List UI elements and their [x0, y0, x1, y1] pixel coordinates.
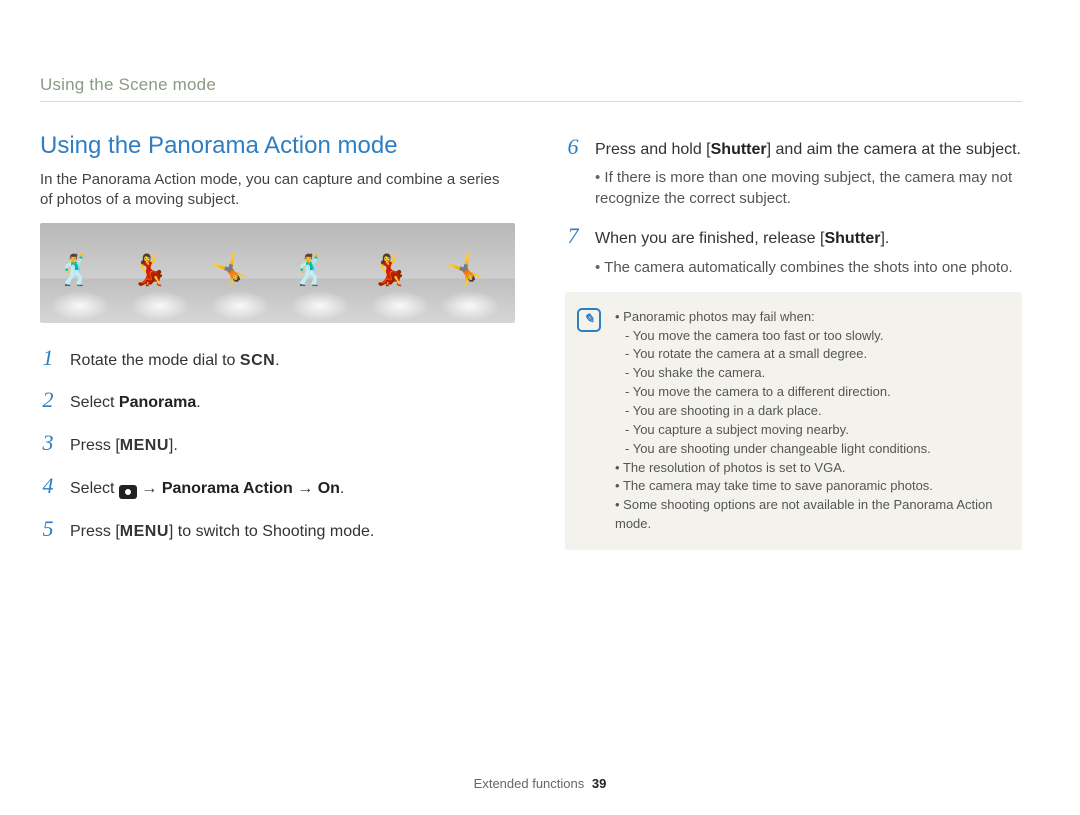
dancer-icon: 🤸 [205, 233, 255, 288]
step-text: When you are finished, release [ [595, 230, 824, 247]
step-item: Press and hold [Shutter] and aim the cam… [565, 132, 1022, 209]
note-icon: ✎ [577, 308, 601, 332]
step-text: Select [70, 480, 119, 497]
step-item: Press [MENU] to switch to Shooting mode. [40, 514, 515, 545]
steps-list-left: Rotate the mode dial to SCN. Select Pano… [40, 343, 515, 545]
step-item: Press [MENU]. [40, 428, 515, 459]
step-sublist: If there is more than one moving subject… [595, 167, 1022, 209]
page-footer: Extended functions 39 [0, 776, 1080, 791]
step-sublist: The camera automatically combines the sh… [595, 257, 1022, 278]
menu-glyph: MENU [120, 523, 169, 540]
left-column: Using the Panorama Action mode In the Pa… [40, 132, 515, 556]
steps-list-right: Press and hold [Shutter] and aim the cam… [565, 132, 1022, 278]
step-bold: Shutter [711, 141, 767, 158]
panorama-illustration: 🕺 💃 🤸 🕺 💃 🤸 [40, 223, 515, 323]
note-sub-item: You are shooting in a dark place. [625, 402, 1004, 421]
step-sub-item: The camera automatically combines the sh… [595, 257, 1022, 278]
section-label: Using the Scene mode [40, 75, 1022, 102]
step-bold: Panorama [119, 394, 196, 411]
intro-text: In the Panorama Action mode, you can cap… [40, 170, 515, 211]
dancer-icon: 💃 [125, 233, 175, 288]
step-sub-item: If there is more than one moving subject… [595, 167, 1022, 209]
scn-glyph: SCN [240, 352, 275, 369]
step-item: Rotate the mode dial to SCN. [40, 343, 515, 374]
menu-glyph: MENU [120, 437, 169, 454]
page-title: Using the Panorama Action mode [40, 132, 515, 160]
note-box: ✎ Panoramic photos may fail when: You mo… [565, 292, 1022, 550]
step-item: Select → Panorama Action → On. [40, 471, 515, 502]
step-bold: Shutter [824, 230, 880, 247]
note-sub-item: You move the camera too fast or too slow… [625, 327, 1004, 346]
step-item: When you are finished, release [Shutter]… [565, 221, 1022, 277]
step-bold: On [318, 480, 340, 497]
footer-label: Extended functions [474, 776, 585, 791]
content-columns: Using the Panorama Action mode In the Pa… [40, 132, 1022, 556]
step-text: Press [ [70, 437, 120, 454]
step-text: Select [70, 394, 119, 411]
note-sub-item: You shake the camera. [625, 364, 1004, 383]
note-sub-item: You move the camera to a different direc… [625, 383, 1004, 402]
step-item: Select Panorama. [40, 385, 515, 416]
note-item: The resolution of photos is set to VGA. [615, 459, 1004, 478]
step-text: Press [ [70, 523, 120, 540]
manual-page: Using the Scene mode Using the Panorama … [0, 0, 1080, 815]
dancer-icon: 🤸 [440, 233, 490, 288]
dancer-icon: 🕺 [285, 233, 335, 288]
note-item: Panoramic photos may fail when: You move… [615, 308, 1004, 459]
note-item: Some shooting options are not available … [615, 496, 1004, 534]
note-sub-item: You rotate the camera at a small degree. [625, 345, 1004, 364]
note-sub-item: You capture a subject moving nearby. [625, 421, 1004, 440]
dancer-icon: 🕺 [50, 233, 100, 288]
step-text: Rotate the mode dial to [70, 352, 240, 369]
page-number: 39 [592, 776, 606, 791]
note-content: Panoramic photos may fail when: You move… [615, 308, 1004, 534]
dancer-icon: 💃 [365, 233, 415, 288]
note-item: The camera may take time to save panoram… [615, 477, 1004, 496]
step-bold: Panorama Action [162, 480, 293, 497]
note-sub-item: You are shooting under changeable light … [625, 440, 1004, 459]
right-column: Press and hold [Shutter] and aim the cam… [565, 132, 1022, 556]
camera-icon [119, 485, 137, 499]
step-text: Press and hold [ [595, 141, 711, 158]
